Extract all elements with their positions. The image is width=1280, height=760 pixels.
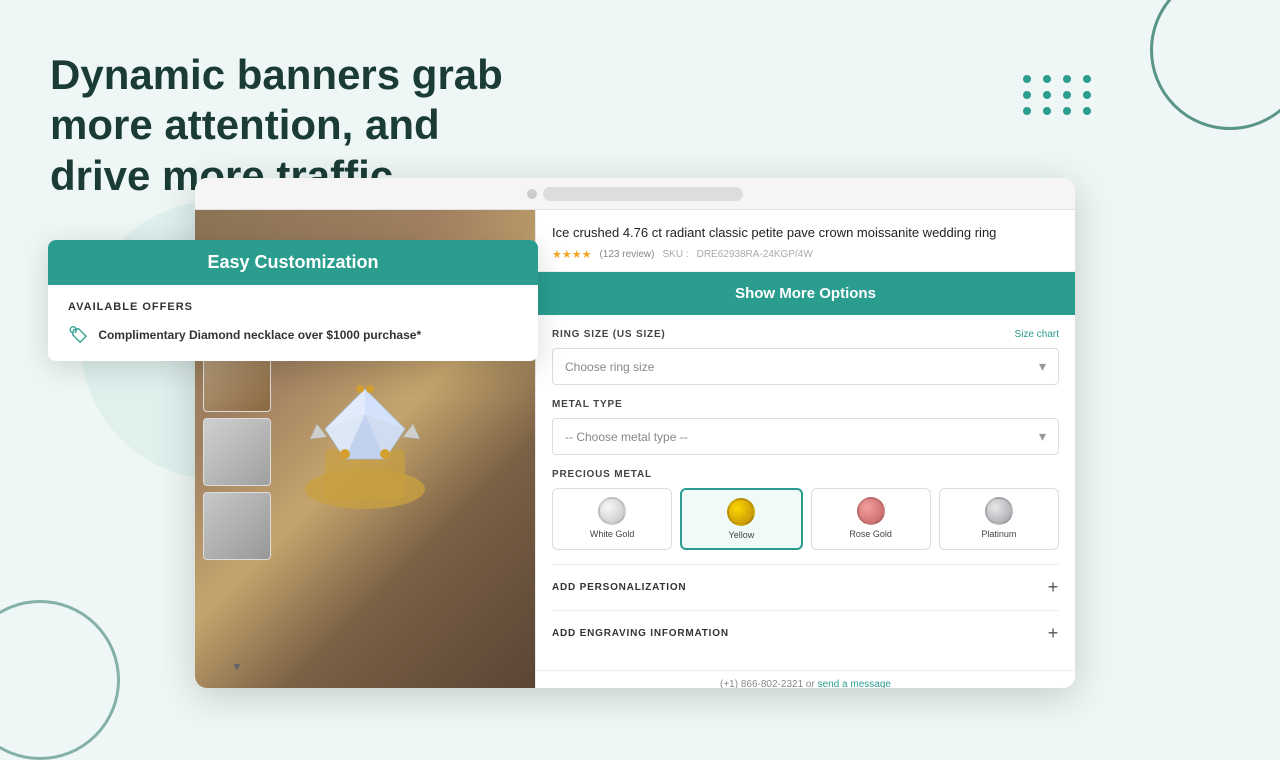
yellow-gold-circle (727, 498, 755, 526)
metal-option-white-gold[interactable]: White Gold (552, 488, 672, 550)
engraving-plus-icon: + (1048, 623, 1059, 644)
metal-type-dropdown[interactable]: -- Choose metal type -- ▾ (552, 418, 1059, 455)
metal-type-placeholder: -- Choose metal type -- (565, 430, 688, 444)
decoration-circle-top-right (1150, 0, 1280, 130)
card-body: AVAILABLE OFFERS 🏷 Complimentary Diamond… (48, 285, 538, 361)
rose-gold-circle (857, 497, 885, 525)
product-meta: ★★★★ (123 review) SKU : DRE62938RA-24KGP… (552, 248, 1059, 261)
browser-url-bar (543, 187, 743, 201)
thumbnails-scroll-down[interactable]: ▾ (225, 654, 249, 678)
yellow-gold-label: Yellow (686, 530, 796, 540)
metal-type-arrow: ▾ (1039, 428, 1046, 445)
add-engraving-row[interactable]: ADD ENGRAVING INFORMATION + (552, 610, 1059, 656)
thumbnail-3[interactable] (203, 418, 271, 486)
platinum-label: Platinum (944, 529, 1054, 539)
send-message-link[interactable]: send a message (818, 679, 891, 688)
product-stars: ★★★★ (552, 248, 591, 261)
options-section: RING SIZE (US SIZE) Size chart Choose ri… (536, 315, 1075, 670)
platinum-circle (985, 497, 1013, 525)
white-gold-circle (598, 497, 626, 525)
review-count: (123 review) (599, 249, 654, 260)
available-offers-title: AVAILABLE OFFERS (68, 301, 518, 313)
browser-bar (195, 178, 1075, 210)
ring-size-arrow: ▾ (1039, 358, 1046, 375)
contact-or: or (806, 679, 818, 688)
add-personalization-label: ADD PERSONALIZATION (552, 582, 686, 593)
dots-decoration (1023, 75, 1095, 115)
product-sku: DRE62938RA-24KGP/4W (697, 249, 813, 260)
card-header: Easy Customization (48, 240, 538, 285)
ring-size-dropdown[interactable]: Choose ring size ▾ (552, 348, 1059, 385)
decoration-circle-bottom-left (0, 600, 120, 760)
metal-option-rose-gold[interactable]: Rose Gold (811, 488, 931, 550)
thumbnail-4[interactable] (203, 492, 271, 560)
contact-phone[interactable]: (+1) 866-802-2321 (720, 679, 803, 688)
product-title: Ice crushed 4.76 ct radiant classic peti… (552, 224, 1059, 242)
offer-tag-icon: 🏷 (68, 325, 88, 345)
precious-metal-group: PRECIOUS METAL White Gold Yellow (552, 469, 1059, 550)
ring-size-label: RING SIZE (US SIZE) Size chart (552, 329, 1059, 340)
size-chart-link[interactable]: Size chart (1015, 329, 1059, 340)
add-engraving-label: ADD ENGRAVING INFORMATION (552, 628, 729, 639)
browser-indicator (527, 189, 537, 199)
add-personalization-row[interactable]: ADD PERSONALIZATION + (552, 564, 1059, 610)
personalization-plus-icon: + (1048, 577, 1059, 598)
metal-option-yellow[interactable]: Yellow (680, 488, 802, 550)
product-details-panel: Ice crushed 4.76 ct radiant classic peti… (535, 210, 1075, 688)
product-sku-label: SKU : (662, 249, 688, 260)
ring-size-placeholder: Choose ring size (565, 360, 654, 374)
precious-metal-label: PRECIOUS METAL (552, 469, 1059, 480)
white-gold-label: White Gold (557, 529, 667, 539)
rose-gold-label: Rose Gold (816, 529, 926, 539)
offer-text: Complimentary Diamond necklace over $100… (98, 328, 421, 342)
metal-type-label: METAL TYPE (552, 399, 1059, 410)
easy-customization-card: Easy Customization AVAILABLE OFFERS 🏷 Co… (48, 240, 538, 361)
offer-item: 🏷 Complimentary Diamond necklace over $1… (68, 325, 518, 345)
contact-bar: (+1) 866-802-2321 or send a message (536, 670, 1075, 688)
metal-type-group: METAL TYPE -- Choose metal type -- ▾ (552, 399, 1059, 455)
product-header: Ice crushed 4.76 ct radiant classic peti… (536, 210, 1075, 272)
ring-svg (245, 329, 485, 569)
metal-option-platinum[interactable]: Platinum (939, 488, 1059, 550)
show-more-button[interactable]: Show More Options (536, 272, 1075, 315)
metal-options-list: White Gold Yellow Rose Gold Platinu (552, 488, 1059, 550)
ring-size-group: RING SIZE (US SIZE) Size chart Choose ri… (552, 329, 1059, 385)
